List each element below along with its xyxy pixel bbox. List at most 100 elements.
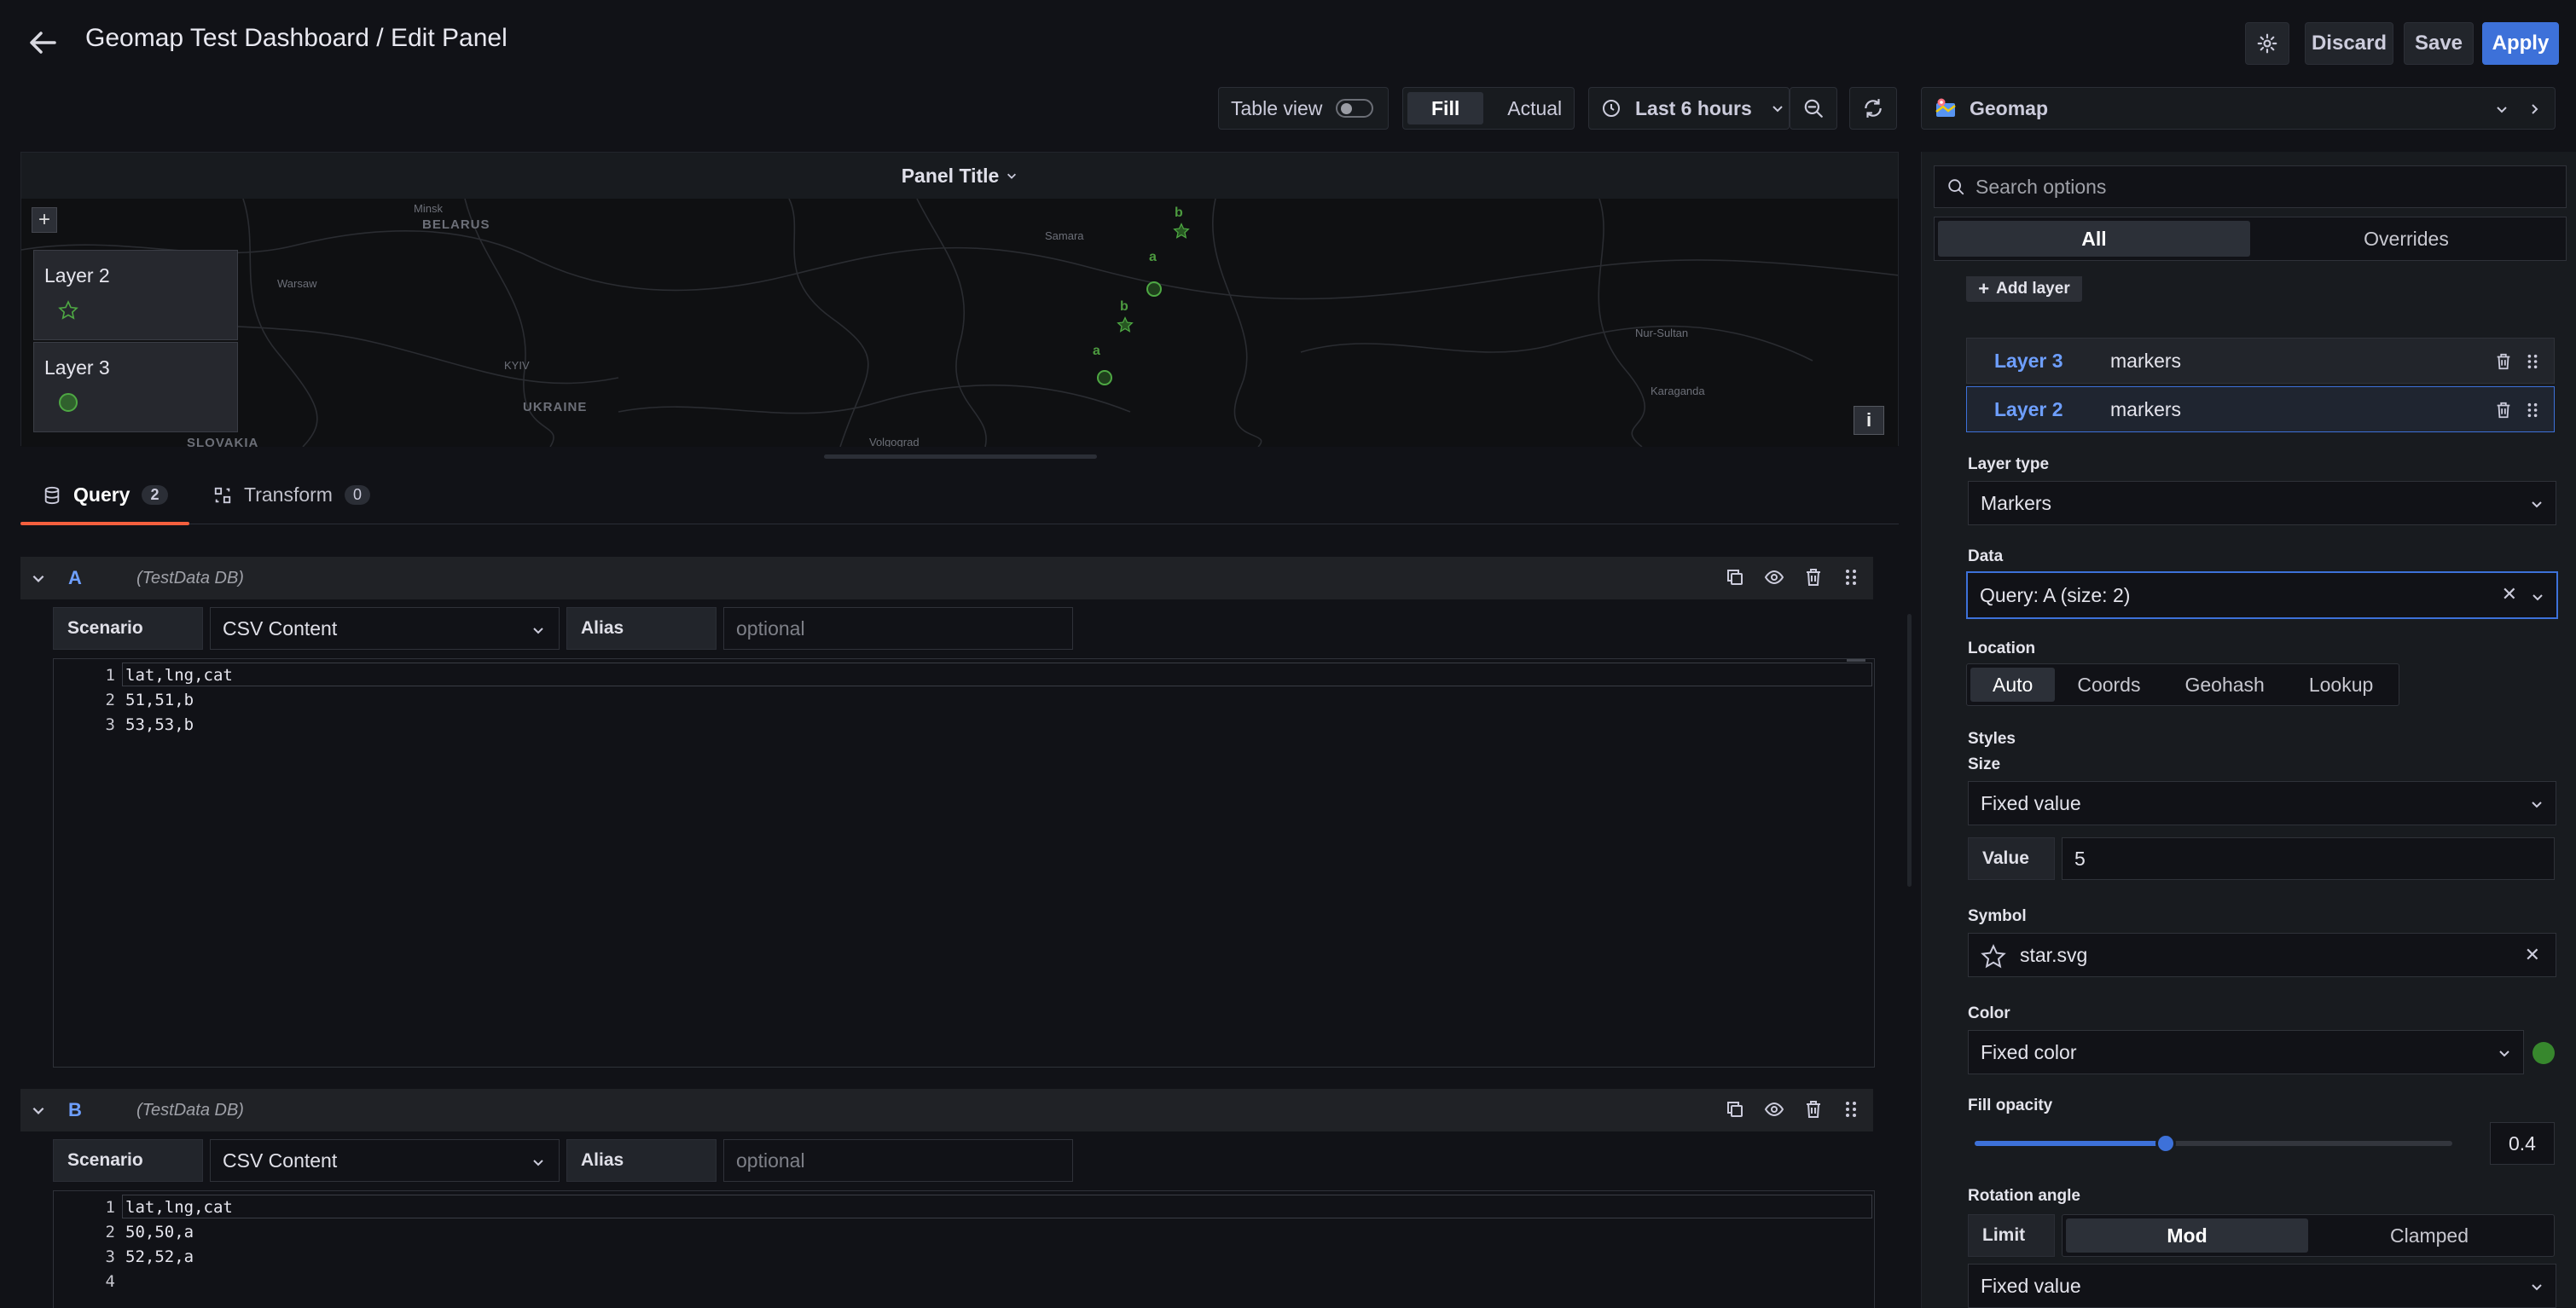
line-number: 1 bbox=[105, 1198, 115, 1217]
line-number: 2 bbox=[105, 1223, 115, 1241]
layer-type-select[interactable]: Markers bbox=[1968, 481, 2556, 525]
line-number: 4 bbox=[105, 1272, 115, 1291]
tab-transform[interactable]: Transform 0 bbox=[213, 483, 370, 506]
query-count-badge: 2 bbox=[142, 485, 168, 505]
visualization-picker[interactable]: Geomap bbox=[1921, 87, 2556, 130]
rotation-mode-select[interactable]: Fixed value bbox=[1968, 1264, 2556, 1308]
query-letter[interactable]: A bbox=[68, 567, 119, 589]
location-option-lookup[interactable]: Lookup bbox=[2287, 668, 2395, 702]
alias-input[interactable]: optional bbox=[723, 607, 1073, 650]
zoom-out-button[interactable] bbox=[1790, 87, 1837, 130]
save-button[interactable]: Save bbox=[2404, 22, 2474, 65]
query-letter[interactable]: B bbox=[68, 1099, 119, 1121]
trash-icon[interactable] bbox=[1803, 1099, 1824, 1120]
refresh-button[interactable] bbox=[1849, 87, 1897, 130]
search-options-input[interactable]: Search options bbox=[1934, 165, 2567, 208]
location-option-coords[interactable]: Coords bbox=[2055, 668, 2162, 702]
location-option-auto[interactable]: Auto bbox=[1970, 668, 2056, 702]
scenario-value: CSV Content bbox=[223, 616, 338, 640]
marker-label: b bbox=[1120, 299, 1129, 314]
map-canvas[interactable]: Minsk BELARUS Warsaw KYIV UKRAINE SLOVAK… bbox=[21, 199, 1898, 447]
layer-type-value: Markers bbox=[1981, 491, 2052, 514]
drag-handle-icon[interactable] bbox=[1842, 1099, 1859, 1120]
scenario-select[interactable]: CSV Content bbox=[210, 1139, 560, 1182]
discard-button[interactable]: Discard bbox=[2305, 22, 2393, 65]
marker-circle-icon[interactable] bbox=[1146, 281, 1163, 298]
csv-editor-b[interactable]: 1 lat,lng,cat 2 50,50,a 3 52,52,a 4 bbox=[53, 1190, 1875, 1308]
size-mode-select[interactable]: Fixed value bbox=[1968, 781, 2556, 825]
alias-input[interactable]: optional bbox=[723, 1139, 1073, 1182]
marker-star-icon[interactable] bbox=[1117, 316, 1134, 333]
limit-option-clamped[interactable]: Clamped bbox=[2308, 1218, 2550, 1253]
scenario-value: CSV Content bbox=[223, 1149, 338, 1172]
line-number: 3 bbox=[105, 715, 115, 734]
clear-icon[interactable]: ✕ bbox=[2502, 583, 2517, 605]
limit-radio-group: Mod Clamped bbox=[2062, 1214, 2555, 1257]
actual-option[interactable]: Actual bbox=[1483, 92, 1586, 124]
settings-button[interactable] bbox=[2245, 22, 2289, 65]
scenario-select[interactable]: CSV Content bbox=[210, 607, 560, 650]
panel-header[interactable]: Panel Title bbox=[21, 153, 1898, 199]
chevron-down-icon[interactable] bbox=[31, 570, 46, 586]
trash-icon[interactable] bbox=[2494, 352, 2513, 371]
drag-handle-icon[interactable] bbox=[1842, 567, 1859, 587]
layer-row-layer-2[interactable]: Layer 2 markers bbox=[1966, 386, 2555, 432]
drag-handle-icon[interactable] bbox=[2525, 401, 2540, 420]
chevron-down-icon[interactable] bbox=[31, 1103, 46, 1118]
editor-scrollbar[interactable] bbox=[1847, 659, 1865, 662]
trash-icon[interactable] bbox=[1803, 567, 1824, 587]
panel-preview: Panel Title Minsk BELARUS Warsaw KYIV UK… bbox=[20, 152, 1899, 447]
trash-icon[interactable] bbox=[2494, 401, 2513, 420]
duplicate-icon[interactable] bbox=[1725, 567, 1745, 587]
legend-item-layer-3: Layer 3 bbox=[33, 342, 238, 432]
panel-resize-handle[interactable] bbox=[824, 454, 1097, 459]
map-info-button[interactable]: i bbox=[1854, 406, 1884, 435]
fill-opacity-slider[interactable] bbox=[1975, 1133, 2452, 1154]
location-option-geohash[interactable]: Geohash bbox=[2162, 668, 2286, 702]
back-arrow-icon[interactable] bbox=[26, 26, 63, 60]
color-swatch[interactable] bbox=[2532, 1042, 2555, 1064]
data-select[interactable]: Query: A (size: 2) ✕ bbox=[1966, 571, 2558, 619]
fill-option[interactable]: Fill bbox=[1407, 92, 1484, 124]
panel-title: Panel Title bbox=[901, 164, 1000, 187]
marker-circle-icon[interactable] bbox=[1096, 369, 1113, 386]
tab-transform-label: Transform bbox=[244, 483, 333, 506]
eye-icon[interactable] bbox=[1764, 1099, 1784, 1120]
query-datasource: (TestData DB) bbox=[136, 1100, 244, 1120]
drag-handle-icon[interactable] bbox=[2525, 352, 2540, 371]
slider-track-fill bbox=[1975, 1141, 2166, 1146]
slider-thumb[interactable] bbox=[2155, 1133, 2176, 1154]
duplicate-icon[interactable] bbox=[1725, 1099, 1745, 1120]
zoom-in-button[interactable]: + bbox=[32, 207, 57, 233]
eye-icon[interactable] bbox=[1764, 567, 1784, 587]
chevron-down-icon bbox=[2499, 1050, 2509, 1057]
table-view-label: Table view bbox=[1231, 96, 1323, 119]
csv-editor-a[interactable]: 1 lat,lng,cat 2 51,51,b 3 53,53,b bbox=[53, 658, 1875, 1068]
chevron-right-icon[interactable] bbox=[2527, 102, 2541, 116]
tab-all[interactable]: All bbox=[1938, 221, 2250, 257]
layer-row-layer-3[interactable]: Layer 3 markers bbox=[1966, 338, 2555, 384]
legend-layer-name: Layer 2 bbox=[44, 264, 110, 286]
apply-button[interactable]: Apply bbox=[2482, 22, 2559, 65]
pane-splitter[interactable] bbox=[1907, 614, 1912, 887]
fill-opacity-input[interactable]: 0.4 bbox=[2490, 1122, 2555, 1165]
tab-query[interactable]: Query 2 bbox=[43, 483, 168, 506]
symbol-select[interactable]: star.svg ✕ bbox=[1968, 933, 2556, 977]
time-picker[interactable]: Last 6 hours bbox=[1588, 87, 1790, 130]
limit-label: Limit bbox=[1968, 1214, 2055, 1257]
limit-option-mod[interactable]: Mod bbox=[2066, 1218, 2308, 1253]
size-value-input[interactable]: 5 bbox=[2062, 837, 2555, 880]
code-line: 50,50,a bbox=[125, 1223, 194, 1241]
color-mode-select[interactable]: Fixed color bbox=[1968, 1030, 2524, 1074]
clear-icon[interactable]: ✕ bbox=[2525, 944, 2540, 966]
table-view-switch[interactable] bbox=[1336, 99, 1374, 118]
data-label: Data bbox=[1968, 547, 2004, 565]
query-row-a[interactable]: A (TestData DB) bbox=[20, 557, 1873, 599]
transform-count-badge: 0 bbox=[344, 485, 370, 505]
marker-star-icon[interactable] bbox=[1173, 223, 1190, 240]
legend-star-icon bbox=[58, 300, 78, 320]
table-view-toggle[interactable]: Table view bbox=[1218, 87, 1389, 130]
query-row-b[interactable]: B (TestData DB) bbox=[20, 1089, 1873, 1131]
add-layer-button[interactable]: + Add layer bbox=[1966, 276, 2082, 302]
tab-overrides[interactable]: Overrides bbox=[2250, 221, 2562, 257]
